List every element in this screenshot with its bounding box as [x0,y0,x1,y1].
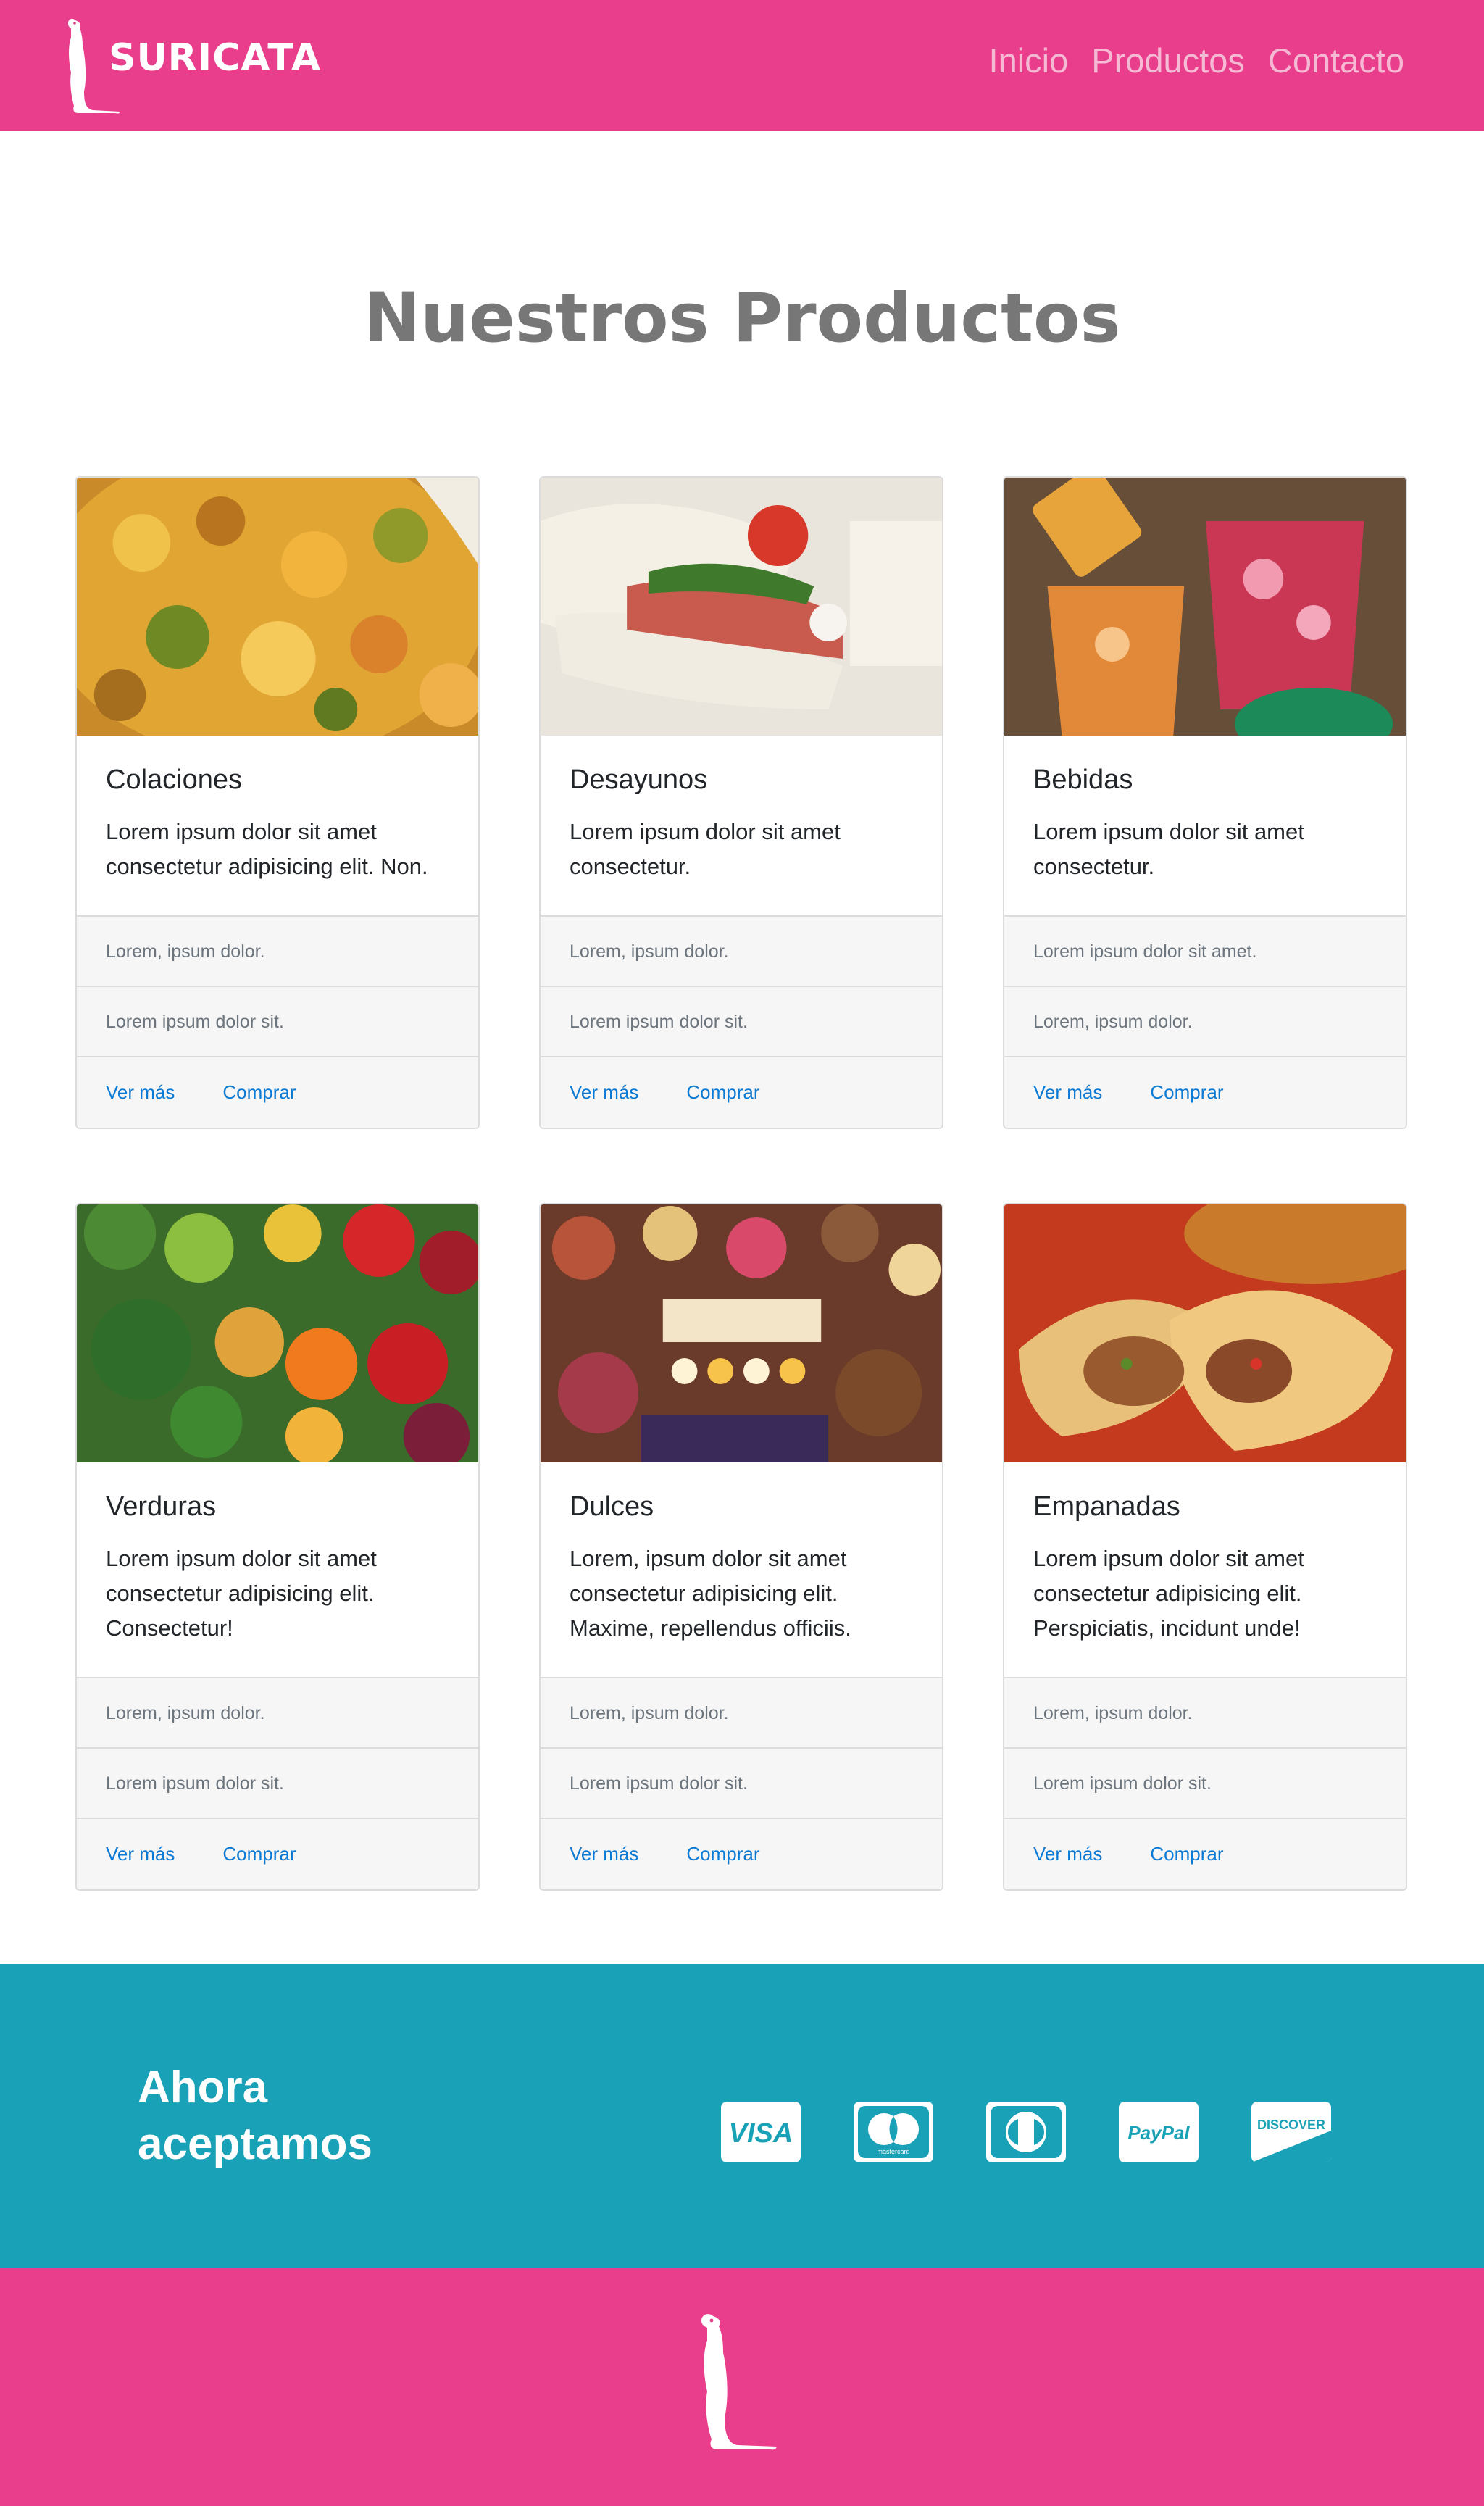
product-card-empanadas: Empanadas Lorem ipsum dolor sit amet con… [1003,1203,1407,1891]
ver-mas-link[interactable]: Ver más [570,1843,638,1865]
product-card-desayunos: Desayunos Lorem ipsum dolor sit amet con… [539,476,943,1129]
visa-icon: VISA [721,2102,801,2162]
payment-title: Ahora aceptamos [138,2060,372,2173]
nav-inicio[interactable]: Inicio [989,41,1069,80]
card-text: Lorem ipsum dolor sit amet consectetur. [570,819,841,879]
product-card-bebidas: Bebidas Lorem ipsum dolor sit amet conse… [1003,476,1407,1129]
ver-mas-link[interactable]: Ver más [106,1843,175,1865]
card-body: Verduras Lorem ipsum dolor sit amet cons… [77,1462,478,1678]
card-text: Lorem ipsum dolor sit amet consectetur a… [1033,1546,1304,1641]
site-header: SURICATA Inicio Productos Contacto [0,0,1484,131]
colaciones-image [77,478,478,736]
list-item: Lorem ipsum dolor sit. [77,987,478,1057]
payment-title-line2: aceptamos [138,2119,372,2169]
site-footer [0,2268,1484,2506]
comprar-link[interactable]: Comprar [222,1843,296,1865]
card-text: Lorem, ipsum dolor sit amet consectetur … [570,1546,851,1641]
paypal-icon: PayPal [1119,2102,1199,2162]
desayunos-image [541,478,942,736]
card-text: Lorem ipsum dolor sit amet consectetur a… [106,819,428,879]
list-item: Lorem, ipsum dolor. [77,917,478,987]
list-item: Lorem, ipsum dolor. [541,1678,942,1749]
card-title: Dulces [570,1491,654,1522]
list-item: Lorem ipsum dolor sit amet. [1004,917,1406,987]
dulces-image [541,1204,942,1462]
product-card-verduras: Verduras Lorem ipsum dolor sit amet cons… [75,1203,480,1891]
comprar-link[interactable]: Comprar [222,1081,296,1103]
ver-mas-link[interactable]: Ver más [1033,1843,1102,1865]
ver-mas-link[interactable]: Ver más [106,1081,175,1103]
ver-mas-link[interactable]: Ver más [1033,1081,1102,1103]
payment-section: Ahora aceptamos VISA mastercard PayPal D… [0,1964,1484,2268]
card-title: Verduras [106,1491,217,1522]
list-item: Lorem ipsum dolor sit. [77,1749,478,1819]
list-item: Lorem, ipsum dolor. [1004,1678,1406,1749]
card-footer: Ver más Comprar [1004,1819,1406,1889]
product-card-dulces: Dulces Lorem, ipsum dolor sit amet conse… [539,1203,943,1891]
mastercard-label: mastercard [877,2148,909,2155]
list-item: Lorem ipsum dolor sit. [541,1749,942,1819]
card-title: Bebidas [1033,765,1133,795]
card-body: Desayunos Lorem ipsum dolor sit amet con… [541,736,942,917]
card-title: Empanadas [1033,1491,1180,1522]
discover-icon: DISCOVER [1251,2102,1331,2162]
card-body: Empanadas Lorem ipsum dolor sit amet con… [1004,1462,1406,1678]
card-title: Colaciones [106,765,242,795]
nav-contacto[interactable]: Contacto [1268,41,1404,80]
page-title: Nuestros Productos [363,279,1121,358]
card-footer: Ver más Comprar [541,1819,942,1889]
comprar-link[interactable]: Comprar [1150,1081,1223,1103]
discover-label: DISCOVER [1257,2118,1325,2132]
diners-club-icon [986,2102,1066,2162]
empanadas-image [1004,1204,1406,1462]
card-body: Bebidas Lorem ipsum dolor sit amet conse… [1004,736,1406,917]
card-footer: Ver más Comprar [541,1057,942,1128]
list-item: Lorem, ipsum dolor. [77,1678,478,1749]
verduras-image [77,1204,478,1462]
paypal-label: PayPal [1127,2122,1190,2144]
card-text: Lorem ipsum dolor sit amet consectetur. [1033,819,1304,879]
card-body: Dulces Lorem, ipsum dolor sit amet conse… [541,1462,942,1678]
ver-mas-link[interactable]: Ver más [570,1081,638,1103]
brand-name[interactable]: SURICATA [109,36,321,80]
card-title: Desayunos [570,765,708,795]
list-item: Lorem, ipsum dolor. [1004,987,1406,1057]
list-item: Lorem ipsum dolor sit. [1004,1749,1406,1819]
comprar-link[interactable]: Comprar [1150,1843,1223,1865]
nav-productos[interactable]: Productos [1091,41,1245,80]
meerkat-logo-icon[interactable] [696,2310,783,2455]
payment-title-line1: Ahora [138,2062,268,2112]
product-card-colaciones: Colaciones Lorem ipsum dolor sit amet co… [75,476,480,1129]
mastercard-icon: mastercard [854,2102,933,2162]
comprar-link[interactable]: Comprar [686,1843,759,1865]
card-text: Lorem ipsum dolor sit amet consectetur a… [106,1546,377,1641]
card-footer: Ver más Comprar [77,1819,478,1889]
card-footer: Ver más Comprar [77,1057,478,1128]
card-body: Colaciones Lorem ipsum dolor sit amet co… [77,736,478,917]
card-footer: Ver más Comprar [1004,1057,1406,1128]
bebidas-image [1004,478,1406,736]
main-nav: Inicio Productos Contacto [989,41,1404,80]
visa-label: VISA [729,2118,793,2149]
comprar-link[interactable]: Comprar [686,1081,759,1103]
list-item: Lorem ipsum dolor sit. [541,987,942,1057]
list-item: Lorem, ipsum dolor. [541,917,942,987]
